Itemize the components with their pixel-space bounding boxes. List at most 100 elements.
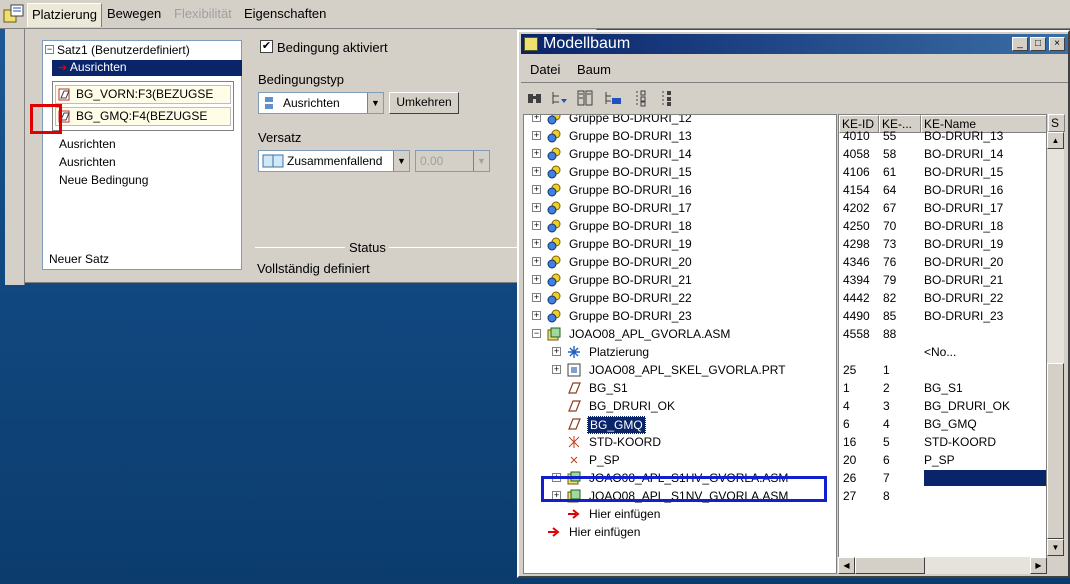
tree-row-label: Gruppe BO-DRURI_19 (569, 237, 692, 251)
tree-row-label: JOAO08_APL_GVORLA.ASM (569, 327, 731, 341)
expand-icon[interactable]: + (532, 185, 541, 194)
tree-row[interactable]: BG_DRURI_OK (524, 397, 836, 415)
enabled-checkbox[interactable]: ✔ (260, 40, 273, 53)
flip-button[interactable]: Umkehren (389, 92, 459, 114)
scroll-right-icon[interactable]: ▶ (1030, 557, 1047, 574)
maximize-button[interactable]: □ (1030, 37, 1046, 51)
tree-row[interactable]: STD-KOORD (524, 433, 836, 451)
new-set[interactable]: Neuer Satz (49, 252, 109, 266)
tree-row[interactable]: + Gruppe BO-DRURI_15 (524, 163, 836, 181)
cell-ke-nr: 55 (883, 129, 897, 143)
tree-filter-icon[interactable] (550, 89, 568, 107)
cell-ke-name: BO-DRURI_15 (924, 165, 1004, 179)
reference-item[interactable]: BG_VORN:F3(BEZUGSE (55, 85, 231, 104)
scroll-left-icon[interactable]: ◀ (838, 557, 855, 574)
expand-icon[interactable]: + (532, 167, 541, 176)
selected-constraint[interactable]: ➔ Ausrichten (52, 60, 242, 76)
tree-row[interactable]: + Gruppe BO-DRURI_14 (524, 145, 836, 163)
tree-row[interactable]: BG_S1 (524, 379, 836, 397)
vertical-scrollbar[interactable]: ▲ ▼ (1047, 132, 1064, 556)
group-icon (547, 219, 561, 233)
minimize-button[interactable]: _ (1012, 37, 1028, 51)
tree-row[interactable]: + Gruppe BO-DRURI_12 (524, 115, 836, 127)
expand-icon[interactable]: + (552, 365, 561, 374)
collapse-icon[interactable]: − (532, 329, 541, 338)
offset-select[interactable]: Zusammenfallend ▼ (258, 150, 410, 172)
tab-bewegen[interactable]: Bewegen (103, 3, 165, 27)
cell-ke-name: BO-DRURI_13 (924, 129, 1004, 143)
tree-row[interactable]: + Platzierung (524, 343, 836, 361)
group-icon (547, 165, 561, 179)
datum-plane-icon (567, 417, 581, 431)
expand-icon[interactable]: + (532, 115, 541, 122)
tree-row[interactable]: + Gruppe BO-DRURI_19 (524, 235, 836, 253)
datum-plane-ref-icon (58, 88, 70, 101)
cell-ke-id: 4 (843, 399, 850, 413)
scroll-thumb-horizontal[interactable] (855, 557, 925, 574)
tree-row[interactable]: P_SP (524, 451, 836, 469)
constraint-item[interactable]: Ausrichten (59, 155, 116, 169)
tree-row[interactable]: + Gruppe BO-DRURI_17 (524, 199, 836, 217)
tree-row[interactable]: + Gruppe BO-DRURI_18 (524, 217, 836, 235)
column-header-status[interactable]: S (1048, 114, 1065, 132)
expand-all-icon[interactable] (632, 89, 650, 107)
tree-row[interactable]: + Gruppe BO-DRURI_16 (524, 181, 836, 199)
cell-ke-nr: 64 (883, 183, 897, 197)
datum-plane-icon (567, 399, 581, 413)
cell-ke-nr: 61 (883, 165, 897, 179)
set-header[interactable]: Satz1 (Benutzerdefiniert) (57, 43, 190, 57)
tree-row[interactable]: + Gruppe BO-DRURI_21 (524, 271, 836, 289)
tree-row[interactable]: + Gruppe BO-DRURI_13 (524, 127, 836, 145)
tree-row[interactable]: + Gruppe BO-DRURI_20 (524, 253, 836, 271)
dropdown-arrow-icon[interactable]: ▼ (393, 151, 409, 171)
tree-row[interactable]: + Gruppe BO-DRURI_23 (524, 307, 836, 325)
tree-row[interactable]: BG_GMQ (524, 415, 836, 434)
model-tree-list[interactable]: + Gruppe BO-DRURI_12 + Gruppe BO-DRURI_13 + G… (523, 114, 837, 574)
tab-eigenschaften[interactable]: Eigenschaften (240, 3, 330, 27)
expand-icon[interactable]: + (532, 221, 541, 230)
cell-ke-id: 4298 (843, 237, 870, 251)
constraint-item[interactable]: Ausrichten (59, 137, 116, 151)
menu-baum[interactable]: Baum (577, 62, 611, 77)
dropdown-arrow-icon[interactable]: ▼ (367, 93, 383, 113)
menu-datei[interactable]: Datei (530, 62, 560, 77)
new-constraint[interactable]: Neue Bedingung (59, 173, 148, 187)
expand-icon[interactable]: + (552, 347, 561, 356)
cell-ke-name (924, 487, 1046, 505)
reference-collector[interactable]: BG_VORN:F3(BEZUGSE BG_GMQ:F4(BEZUGSE (52, 81, 234, 131)
reference-item[interactable]: BG_GMQ:F4(BEZUGSE (55, 107, 231, 126)
collapse-all-icon[interactable] (658, 89, 676, 107)
close-button[interactable]: × (1049, 37, 1065, 51)
expand-icon[interactable]: + (532, 275, 541, 284)
tree-row[interactable]: + Gruppe BO-DRURI_22 (524, 289, 836, 307)
tree-row[interactable]: + JOAO08_APL_SKEL_GVORLA.PRT (524, 361, 836, 379)
tree-row[interactable]: Hier einfügen (524, 505, 836, 523)
constraint-type-select[interactable]: Ausrichten ▼ (258, 92, 384, 114)
scroll-up-icon[interactable]: ▲ (1047, 132, 1064, 149)
offset-label: Versatz (258, 130, 302, 145)
tree-columns-icon[interactable] (576, 89, 594, 107)
collapse-icon[interactable]: − (45, 45, 54, 54)
group-icon (547, 147, 561, 161)
expand-icon[interactable]: + (532, 293, 541, 302)
tree-settings-icon[interactable] (604, 89, 622, 107)
expand-icon[interactable]: + (532, 257, 541, 266)
expand-icon[interactable]: + (532, 203, 541, 212)
enabled-label: Bedingung aktiviert (277, 40, 388, 55)
assembly-place-icon[interactable] (3, 4, 25, 24)
tab-platzierung[interactable]: Platzierung (27, 3, 103, 27)
constraint-set-list[interactable]: − Satz1 (Benutzerdefiniert) ➔ Ausrichten… (42, 40, 242, 270)
expand-icon[interactable]: + (532, 311, 541, 320)
model-tree-columns[interactable]: KE-ID KE-... KE-Name 4010 55 BO-DRURI_13 40… (838, 114, 1047, 574)
scroll-thumb[interactable] (1047, 363, 1064, 539)
tree-row[interactable]: Hier einfügen (524, 523, 836, 541)
tree-row[interactable]: − JOAO08_APL_GVORLA.ASM (524, 325, 836, 343)
find-icon[interactable] (526, 89, 544, 107)
expand-icon[interactable]: + (532, 239, 541, 248)
model-tree-titlebar[interactable]: Modellbaum _ □ × (521, 34, 1068, 54)
cell-ke-name: BO-DRURI_16 (924, 183, 1004, 197)
scroll-down-icon[interactable]: ▼ (1047, 539, 1064, 556)
expand-icon[interactable]: + (532, 131, 541, 140)
horizontal-scrollbar[interactable]: ◀ ▶ (838, 557, 1047, 574)
expand-icon[interactable]: + (532, 149, 541, 158)
